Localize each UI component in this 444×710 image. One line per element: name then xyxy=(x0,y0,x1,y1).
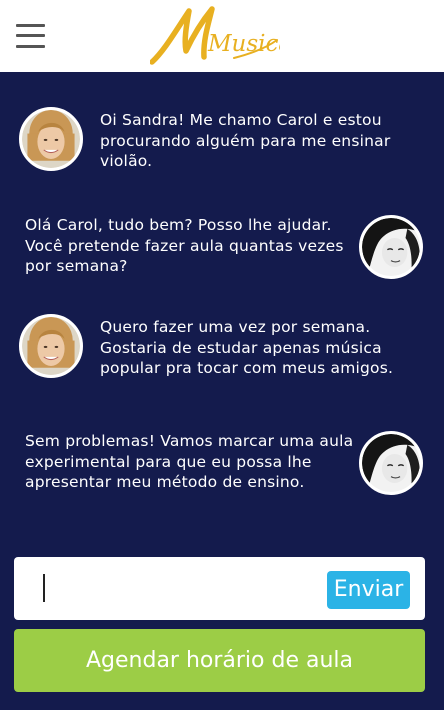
app-header: Musicar xyxy=(0,0,444,72)
text-caret xyxy=(43,574,45,602)
sandra-avatar xyxy=(359,431,423,495)
schedule-lesson-button[interactable]: Agendar horário de aula xyxy=(14,629,425,692)
carol-avatar xyxy=(19,314,83,378)
sandra-avatar xyxy=(359,215,423,279)
musicar-logo: Musicar xyxy=(149,5,305,67)
chat-message-text: Oi Sandra! Me chamo Carol e estou procur… xyxy=(100,111,391,170)
message-input[interactable] xyxy=(48,567,318,609)
hamburger-menu-icon[interactable] xyxy=(16,22,45,50)
send-button[interactable]: Enviar xyxy=(327,571,410,609)
chat-message-text: Sem problemas! Vamos marcar uma aula exp… xyxy=(25,432,354,491)
chat-message-text: Olá Carol, tudo bem? Posso lhe ajudar. V… xyxy=(25,216,344,275)
chat-message-text: Quero fazer uma vez por semana. Gostaria… xyxy=(100,318,394,377)
carol-avatar xyxy=(19,107,83,171)
message-composer: Enviar xyxy=(14,557,425,620)
